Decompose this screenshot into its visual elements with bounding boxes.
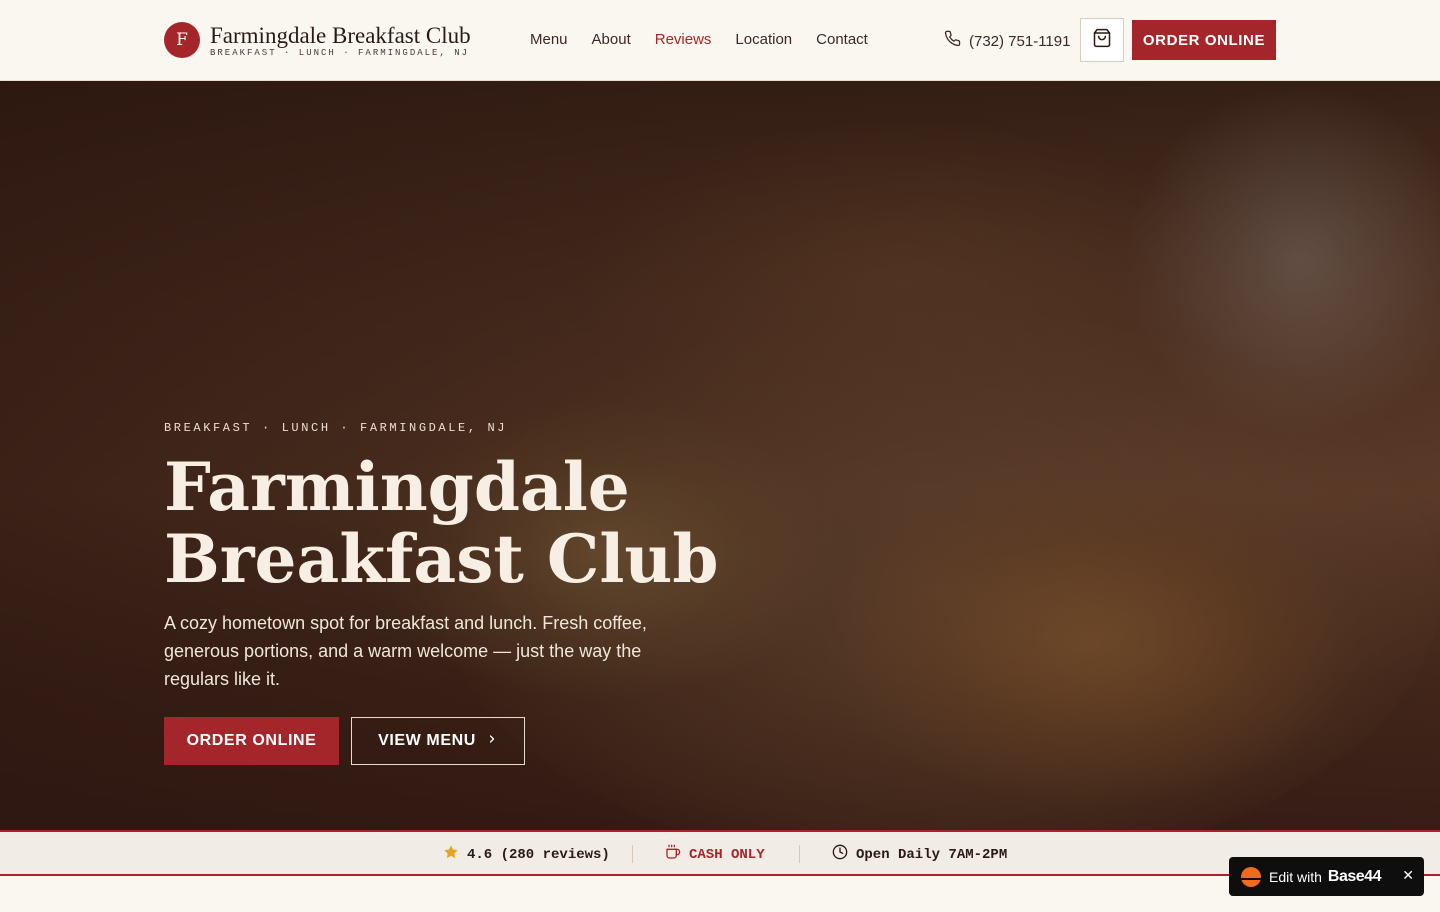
- view-menu-button[interactable]: VIEW MENU: [351, 717, 525, 765]
- nav-location[interactable]: Location: [735, 30, 792, 50]
- info-separator: [632, 845, 633, 863]
- brand-subtitle: BREAKFAST · LUNCH · FARMINGDALE, NJ: [210, 48, 470, 58]
- view-menu-label: VIEW MENU: [378, 732, 476, 749]
- nav-contact[interactable]: Contact: [816, 30, 868, 50]
- nav-about[interactable]: About: [592, 30, 631, 50]
- site-header: F Farmingdale Breakfast Club BREAKFAST ·…: [0, 0, 1440, 81]
- coffee-cup-icon: [665, 844, 681, 866]
- order-online-button[interactable]: ORDER ONLINE: [1132, 20, 1276, 60]
- info-bar: 4.6 (280 reviews) CASH ONLY Open Daily 7…: [0, 830, 1440, 876]
- star-icon: [443, 844, 459, 866]
- nav-menu[interactable]: Menu: [530, 30, 568, 50]
- rating-text: 4.6 (280 reviews): [467, 847, 610, 863]
- shopping-bag-icon: [1092, 28, 1112, 53]
- chevron-right-icon: [486, 732, 498, 750]
- info-separator: [799, 845, 800, 863]
- nav-reviews[interactable]: Reviews: [655, 30, 712, 50]
- cart-button[interactable]: [1080, 18, 1124, 62]
- hero-order-online-button[interactable]: ORDER ONLINE: [164, 717, 339, 765]
- phone-number: (732) 751-1191: [969, 32, 1071, 50]
- badge-brand: Base44: [1327, 867, 1382, 885]
- badge-text: Edit with: [1269, 868, 1322, 885]
- hero-section: BREAKFAST · LUNCH · FARMINGDALE, NJ Farm…: [0, 81, 1440, 830]
- hours-info: Open Daily 7AM-2PM: [832, 844, 1007, 866]
- hero-title-line-2: Breakfast Club: [164, 520, 719, 598]
- payment-text: CASH ONLY: [689, 847, 765, 863]
- base44-logo-icon: [1241, 866, 1261, 887]
- rating-info: 4.6 (280 reviews): [443, 844, 610, 866]
- edit-with-base44-badge[interactable]: Edit with Base44 ✕: [1229, 857, 1424, 896]
- logo-badge[interactable]: F: [164, 22, 200, 58]
- hours-text: Open Daily 7AM-2PM: [856, 847, 1008, 863]
- payment-info: CASH ONLY: [665, 844, 765, 866]
- hero-title-line-1: Farmingdale: [164, 448, 630, 526]
- hero-description: A cozy hometown spot for breakfast and l…: [164, 613, 647, 689]
- phone-icon: [944, 30, 961, 53]
- main-nav: Menu About Reviews Location Contact: [530, 30, 892, 50]
- hero-eyebrow: BREAKFAST · LUNCH · FARMINGDALE, NJ: [164, 421, 508, 435]
- phone-link[interactable]: (732) 751-1191: [944, 30, 1070, 53]
- brand-name[interactable]: Farmingdale Breakfast Club: [210, 22, 471, 50]
- close-icon[interactable]: ✕: [1402, 867, 1414, 884]
- hero-title: Farmingdale Breakfast Club: [164, 451, 804, 595]
- clock-icon: [832, 844, 848, 866]
